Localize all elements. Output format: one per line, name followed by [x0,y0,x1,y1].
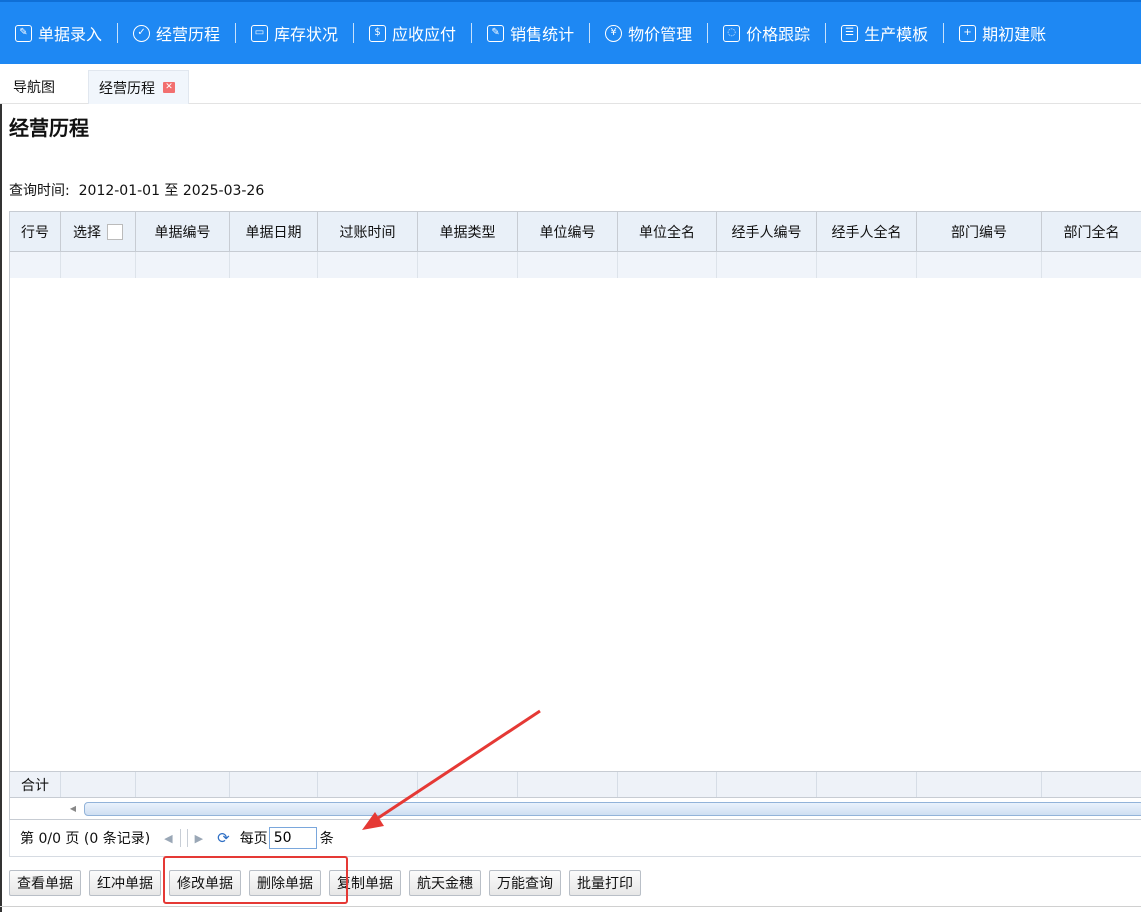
nav-item-label: 应收应付 [392,25,457,44]
column-header[interactable]: 部门编号 [917,212,1042,251]
nav-item-stock[interactable]: ▭ 库存状况 [236,21,353,45]
query-value: 2012-01-01 至 2025-03-26 [78,183,265,199]
column-header[interactable]: 单据日期 [230,212,318,251]
nav-item-entry[interactable]: ✎ 单据录入 [0,21,117,45]
nav-item-label: 生产模板 [864,25,929,44]
modify-document-button[interactable]: 修改单据 [169,870,241,896]
column-header[interactable]: 单据编号 [136,212,230,251]
template-icon: ☰ [841,24,859,42]
column-header-select[interactable]: 选择 [61,212,136,251]
column-header[interactable]: 经手人编号 [717,212,817,251]
edit-icon: ✎ [15,24,32,42]
page-title: 经营历程 [9,116,89,140]
prev-page-icon[interactable]: ◀ [164,832,172,845]
query-range: 查询时间: 2012-01-01 至 2025-03-26 [9,180,264,200]
nav-item-label: 物价管理 [628,25,693,44]
batch-print-button[interactable]: 批量打印 [569,870,641,896]
column-header[interactable]: 行号 [10,212,61,251]
window-left-border [0,64,2,912]
page-info: 第 0/0 页 (0 条记录) [20,831,151,847]
column-header[interactable]: 单位编号 [518,212,618,251]
column-header[interactable]: 单据类型 [418,212,518,251]
aisino-export-button[interactable]: 航天金穗 [409,870,481,896]
tab-label: 导航图 [13,80,55,96]
data-grid: 行号 选择 单据编号 单据日期 过账时间 单据类型 单位编号 单位全名 经手人编… [9,211,1141,820]
money-box-icon: $ [369,24,387,42]
total-label: 合计 [10,772,61,797]
nav-item-label: 单据录入 [38,25,103,44]
universal-query-button[interactable]: 万能查询 [489,870,561,896]
tab-business-history[interactable]: 经营历程 ✕ [88,70,189,104]
nav-item-opening[interactable]: + 期初建账 [944,21,1061,45]
column-header[interactable]: 过账时间 [318,212,418,251]
select-all-checkbox[interactable] [107,223,123,240]
tab-strip: 导航图 经营历程 ✕ [0,64,1141,104]
view-document-button[interactable]: 查看单据 [9,870,81,896]
query-label: 查询时间: [9,183,70,199]
copy-document-button[interactable]: 复制单据 [329,870,401,896]
check-circle-icon: ✓ [133,24,151,42]
table-row[interactable] [10,252,1141,278]
nav-item-history[interactable]: ✓ 经营历程 [118,21,235,45]
top-nav-bar: ✎ 单据录入 ✓ 经营历程 ▭ 库存状况 $ 应收应付 ✎ 销售统计 ¥ 物价管理 ◌ 价格跟… [0,0,1141,64]
pager-separator [179,829,181,847]
column-header[interactable]: 部门全名 [1042,212,1141,251]
horizontal-scrollbar[interactable]: ◀ [10,798,1141,819]
scrollbar-thumb[interactable] [84,802,1141,816]
yen-circle-icon: ¥ [605,24,623,42]
nav-item-label: 经营历程 [156,25,221,44]
nav-item-sales-stats[interactable]: ✎ 销售统计 [472,21,589,45]
chart-edit-icon: ✎ [487,24,505,42]
nav-item-label: 销售统计 [510,25,575,44]
nav-item-receivables[interactable]: $ 应收应付 [354,21,471,45]
delete-document-button[interactable]: 删除单据 [249,870,321,896]
column-header[interactable]: 单位全名 [618,212,717,251]
box-icon: ▭ [251,24,269,42]
nav-item-pricing[interactable]: ¥ 物价管理 [590,21,707,45]
per-page-input[interactable] [268,827,317,849]
close-icon[interactable]: ✕ [163,82,175,93]
next-page-icon[interactable]: ▶ [195,832,203,845]
nav-item-label: 价格跟踪 [746,25,811,44]
nav-item-label: 期初建账 [982,25,1047,44]
action-toolbar: 查看单据 红冲单据 修改单据 删除单据 复制单据 航天金穗 万能查询 批量打印 [9,870,649,896]
column-header-label: 选择 [73,224,101,241]
refresh-icon[interactable]: ⟳ [217,829,230,847]
red-reverse-button[interactable]: 红冲单据 [89,870,161,896]
per-page-label: 每页 [239,831,268,847]
plus-doc-icon: + [959,24,977,42]
nav-item-label: 库存状况 [274,25,339,44]
per-page-unit: 条 [319,831,334,847]
tab-navigation[interactable]: 导航图 [13,70,55,104]
pager-separator [186,829,188,847]
tab-label: 经营历程 [99,80,155,97]
grid-header: 行号 选择 单据编号 单据日期 过账时间 单据类型 单位编号 单位全名 经手人编… [10,212,1141,252]
pagination-bar: 第 0/0 页 (0 条记录) ◀ ▶ ⟳ 每页 条 [9,820,1141,857]
nav-item-templates[interactable]: ☰ 生产模板 [826,21,943,45]
grid-body [10,278,1141,772]
column-header[interactable]: 经手人全名 [817,212,917,251]
bottom-divider [0,906,1141,907]
grid-total-row: 合计 [10,772,1141,798]
track-icon: ◌ [723,24,741,42]
nav-item-price-track[interactable]: ◌ 价格跟踪 [708,21,825,45]
scroll-left-icon[interactable]: ◀ [62,802,84,816]
